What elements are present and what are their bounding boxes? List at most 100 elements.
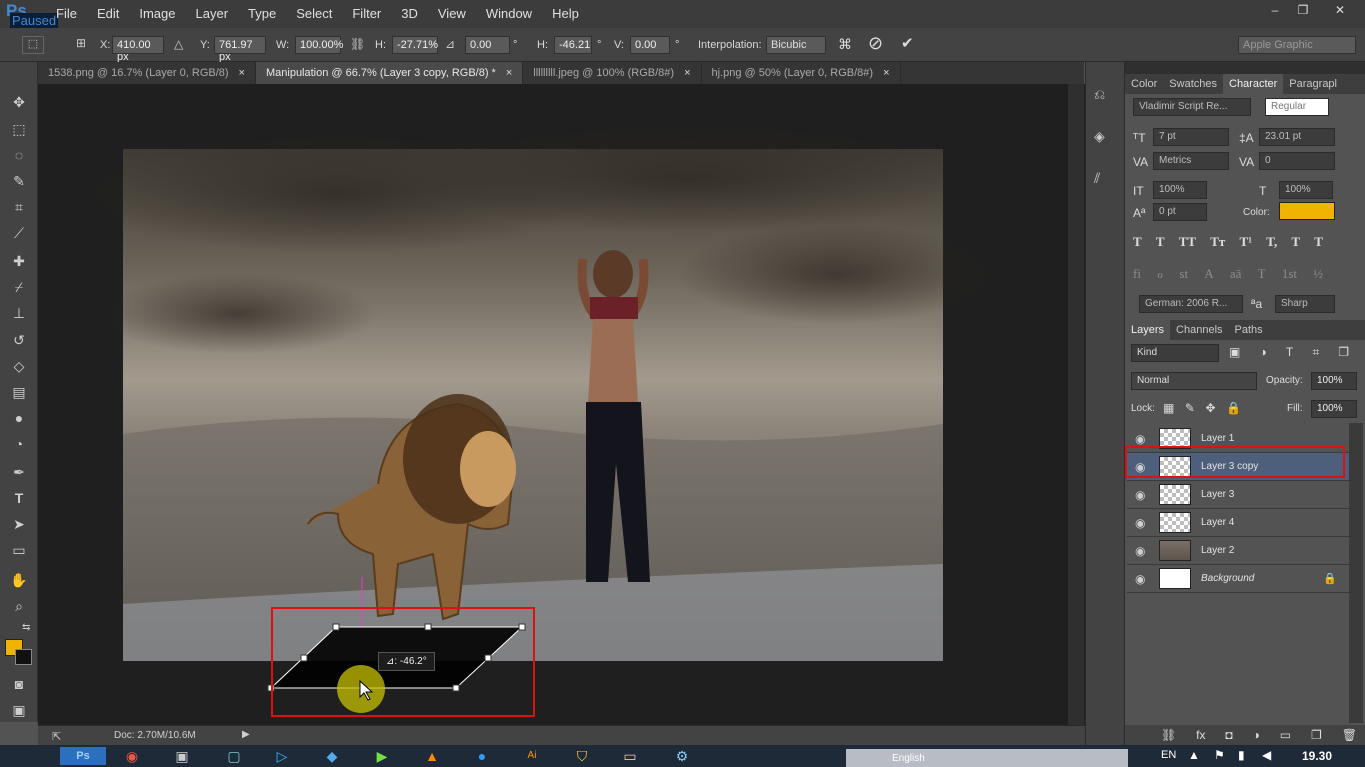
w-input[interactable]: 100.00% bbox=[295, 36, 343, 54]
rectangle-tool-icon[interactable]: ▭ bbox=[8, 540, 30, 560]
close-tab-icon[interactable]: × bbox=[239, 62, 245, 84]
add-mask-button[interactable]: ◘ bbox=[1225, 728, 1232, 742]
layer-row[interactable]: ◉ Layer 4 bbox=[1127, 509, 1349, 537]
lock-all-icon[interactable]: 🔒 bbox=[1226, 401, 1241, 415]
layer-style-button[interactable]: fx bbox=[1196, 728, 1205, 742]
delete-layer-button[interactable]: 🗑 bbox=[1342, 728, 1357, 742]
opacity-input[interactable]: 100% bbox=[1311, 372, 1357, 390]
filter-smart-object-icon[interactable]: ❐ bbox=[1338, 345, 1349, 360]
taskbar-vlc-icon[interactable]: ▲ bbox=[422, 747, 442, 765]
apple-start-icon[interactable] bbox=[18, 747, 38, 765]
paragraph-styles-icon[interactable]: ⫽ bbox=[1094, 170, 1100, 187]
link-icon[interactable]: ⛓ bbox=[350, 37, 365, 51]
filter-type-icon[interactable]: T bbox=[1286, 345, 1293, 360]
quick-select-tool-icon[interactable]: ✎ bbox=[8, 171, 30, 191]
taskbar-app3-icon[interactable]: ▶ bbox=[372, 747, 392, 765]
taskbar-messenger-icon[interactable]: ● bbox=[472, 747, 492, 765]
faux-bold-button[interactable]: T bbox=[1133, 234, 1142, 250]
layer-row[interactable]: ◉ Background 🔒 bbox=[1127, 565, 1349, 593]
tab-channels[interactable]: Channels bbox=[1170, 320, 1228, 340]
layer-row[interactable]: ◉ Layer 2 bbox=[1127, 537, 1349, 565]
strikethrough-button[interactable]: T bbox=[1314, 234, 1323, 250]
faux-italic-button[interactable]: T bbox=[1156, 234, 1165, 250]
lock-transparent-icon[interactable]: ▦ bbox=[1163, 401, 1174, 415]
kerning-select[interactable]: Metrics bbox=[1153, 152, 1229, 170]
interpolation-select[interactable]: Bicubic bbox=[766, 36, 826, 54]
menu-image[interactable]: Image bbox=[129, 6, 185, 21]
path-select-tool-icon[interactable]: ➤ bbox=[8, 514, 30, 534]
transform-tool-icon[interactable]: ⬚ bbox=[22, 36, 44, 54]
small-caps-button[interactable]: Tт bbox=[1210, 234, 1225, 250]
quick-mask-icon[interactable]: ◙ bbox=[8, 674, 30, 694]
taskbar-shield-icon[interactable]: ⛉ bbox=[572, 747, 592, 765]
workspace-select[interactable]: Apple Graphic bbox=[1238, 36, 1356, 54]
new-layer-button[interactable]: ❐ bbox=[1311, 728, 1322, 742]
taskbar-app2-icon[interactable]: ◆ bbox=[322, 747, 342, 765]
font-size-input[interactable]: 7 pt bbox=[1153, 128, 1229, 146]
horizontal-scale-input[interactable]: 100% bbox=[1279, 181, 1333, 199]
visibility-eye-icon[interactable]: ◉ bbox=[1135, 488, 1145, 502]
layer-filter-select[interactable]: Kind bbox=[1131, 344, 1219, 362]
status-menu-arrow-icon[interactable]: ▶ bbox=[242, 729, 250, 740]
transform-handle[interactable] bbox=[300, 654, 308, 662]
tab-jpeg[interactable]: lllllllll.jpeg @ 100% (RGB/8#) × bbox=[523, 62, 702, 84]
ordinals-button[interactable]: 1st bbox=[1282, 266, 1297, 282]
tab-hj[interactable]: hj.png @ 50% (Layer 0, RGB/8#) × bbox=[702, 62, 901, 84]
vskew-input[interactable]: 0.00 bbox=[630, 36, 670, 54]
discretionary-ligatures-button[interactable]: st bbox=[1179, 266, 1188, 282]
input-language[interactable]: EN bbox=[1161, 749, 1176, 761]
volume-icon[interactable]: ◀ bbox=[1262, 748, 1271, 762]
eraser-tool-icon[interactable]: ◇ bbox=[8, 356, 30, 376]
tab-color[interactable]: Color bbox=[1125, 74, 1163, 94]
fill-input[interactable]: 100% bbox=[1311, 400, 1357, 418]
all-caps-button[interactable]: TT bbox=[1179, 234, 1196, 250]
screen-mode-icon[interactable]: ▣ bbox=[8, 700, 30, 720]
brush-tool-icon[interactable]: ⌿ bbox=[8, 277, 30, 297]
layers-scrollbar[interactable] bbox=[1349, 423, 1363, 723]
vertical-scale-input[interactable]: 100% bbox=[1153, 181, 1207, 199]
h-input[interactable]: -27.71% bbox=[392, 36, 438, 54]
tab-1538[interactable]: 1538.png @ 16.7% (Layer 0, RGB/8) × bbox=[38, 62, 256, 84]
adjustment-layer-button[interactable]: ◑ bbox=[1253, 728, 1260, 742]
subscript-button[interactable]: T, bbox=[1266, 234, 1277, 250]
history-brush-icon[interactable]: ↺ bbox=[8, 330, 30, 350]
taskbar-photoshop-icon[interactable]: Ps bbox=[60, 747, 106, 765]
visibility-eye-icon[interactable]: ◉ bbox=[1135, 432, 1145, 446]
font-style-select[interactable]: Regular bbox=[1265, 98, 1329, 116]
menu-type[interactable]: Type bbox=[238, 6, 286, 21]
angle-input[interactable]: 0.00 bbox=[465, 36, 510, 54]
tab-character[interactable]: Character bbox=[1223, 74, 1284, 94]
restore-button[interactable]: ❐ bbox=[1286, 0, 1320, 20]
filter-adjustment-icon[interactable]: ◑ bbox=[1259, 345, 1266, 360]
vertical-scrollbar[interactable] bbox=[1068, 84, 1084, 725]
lock-pixels-icon[interactable]: ✎ bbox=[1185, 401, 1195, 415]
underline-button[interactable]: T bbox=[1291, 234, 1300, 250]
new-group-button[interactable]: ▭ bbox=[1280, 728, 1291, 742]
menu-filter[interactable]: Filter bbox=[342, 6, 391, 21]
history-panel-icon[interactable]: ⎌ bbox=[1094, 86, 1105, 103]
taskbar-chrome-icon[interactable]: ◉ bbox=[122, 747, 142, 765]
visibility-eye-icon[interactable]: ◉ bbox=[1135, 572, 1145, 586]
commit-transform-button[interactable]: ✔ bbox=[901, 34, 914, 52]
tab-swatches[interactable]: Swatches bbox=[1163, 74, 1223, 94]
type-tool-icon[interactable]: T bbox=[8, 488, 30, 508]
taskbar-play-icon[interactable]: ▷ bbox=[272, 747, 292, 765]
warp-icon[interactable]: ⌘ bbox=[838, 36, 852, 53]
menu-view[interactable]: View bbox=[428, 6, 476, 21]
menu-edit[interactable]: Edit bbox=[87, 6, 129, 21]
tray-arrow-icon[interactable]: ▲ bbox=[1188, 748, 1200, 762]
taskbar-tool-icon[interactable]: ⚙ bbox=[672, 747, 692, 765]
swap-colors-icon[interactable]: ⇆ bbox=[22, 622, 30, 633]
gradient-tool-icon[interactable]: ▤ bbox=[8, 382, 30, 402]
swash-button[interactable]: A bbox=[1204, 266, 1213, 282]
lock-position-icon[interactable]: ✥ bbox=[1205, 401, 1215, 415]
visibility-eye-icon[interactable]: ◉ bbox=[1135, 516, 1145, 530]
leading-input[interactable]: 23.01 pt bbox=[1259, 128, 1335, 146]
menu-layer[interactable]: Layer bbox=[186, 6, 239, 21]
taskbar-folder-icon[interactable]: ▭ bbox=[620, 747, 640, 765]
menu-3d[interactable]: 3D bbox=[391, 6, 428, 21]
cancel-transform-button[interactable]: ⊘ bbox=[868, 33, 883, 54]
network-icon[interactable]: ▮ bbox=[1238, 748, 1245, 762]
transform-handle[interactable] bbox=[518, 623, 526, 631]
healing-tool-icon[interactable]: ✚ bbox=[8, 251, 30, 271]
